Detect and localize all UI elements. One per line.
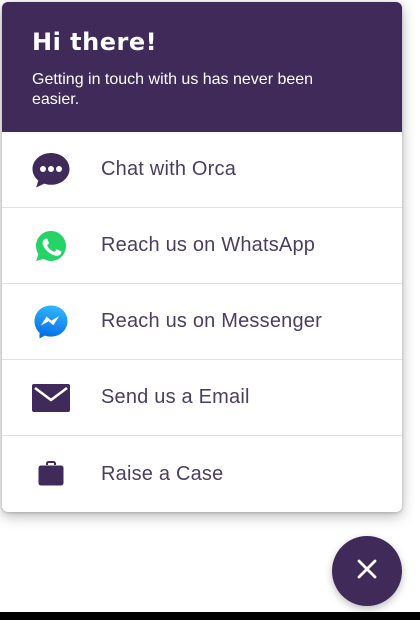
close-widget-button[interactable] (332, 536, 402, 606)
option-send-email[interactable]: Send us a Email (2, 360, 402, 436)
chat-bubble-icon (31, 150, 71, 190)
briefcase-icon (31, 454, 71, 494)
widget-header: Hi there! Getting in touch with us has n… (2, 2, 402, 132)
close-icon (356, 558, 378, 585)
option-label: Send us a Email (101, 386, 250, 408)
option-label: Reach us on WhatsApp (101, 234, 316, 256)
option-chat-with-orca[interactable]: Chat with Orca (2, 132, 402, 208)
header-subtitle: Getting in touch with us has never been … (32, 71, 314, 108)
contact-widget-panel: Hi there! Getting in touch with us has n… (2, 2, 402, 512)
option-whatsapp[interactable]: Reach us on WhatsApp (2, 208, 402, 284)
option-label: Reach us on Messenger (101, 310, 322, 332)
page-bottom-edge (0, 612, 420, 620)
option-messenger[interactable]: Reach us on Messenger (2, 284, 402, 360)
messenger-icon (31, 302, 71, 342)
contact-options-list: Chat with Orca Reach us on WhatsApp Reac… (2, 132, 402, 512)
option-label: Raise a Case (101, 462, 224, 485)
option-raise-case[interactable]: Raise a Case (2, 436, 402, 512)
whatsapp-icon (31, 226, 71, 266)
option-label: Chat with Orca (101, 158, 237, 180)
header-title: Hi there! (32, 28, 158, 56)
envelope-icon (31, 378, 71, 418)
